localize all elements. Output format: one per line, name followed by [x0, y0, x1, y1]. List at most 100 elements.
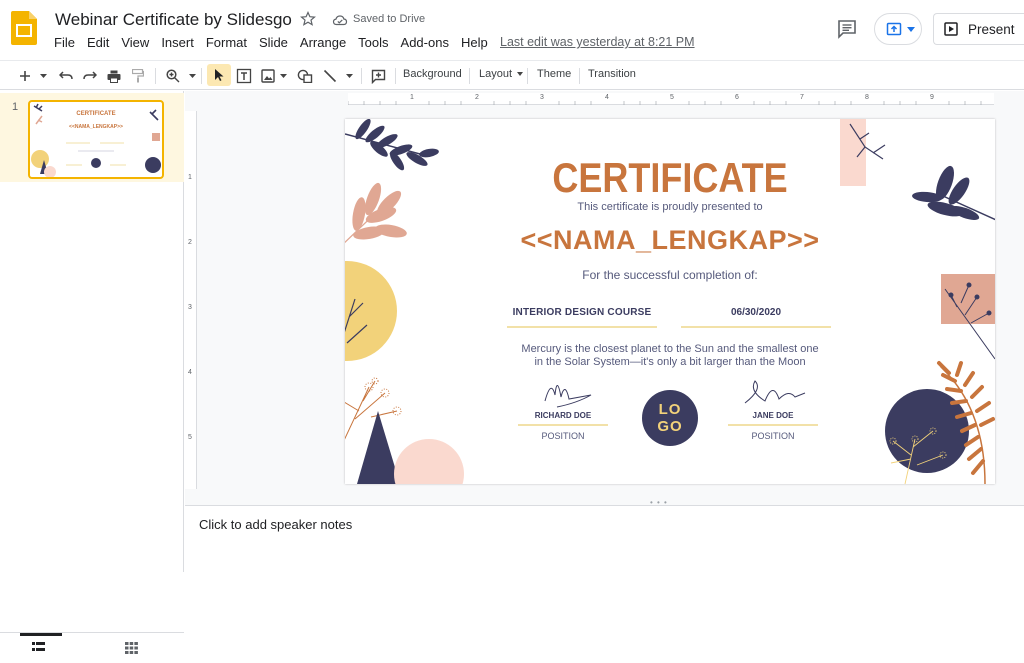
theme-button[interactable]: Theme	[537, 68, 571, 80]
menu-arrange[interactable]: Arrange	[294, 35, 352, 51]
menu-bar: File Edit View Insert Format Slide Arran…	[48, 35, 494, 51]
undo-button[interactable]	[56, 66, 76, 86]
horizontal-ruler[interactable]: 1 2 3 4 5 6 7 8 9	[348, 93, 994, 105]
menu-edit[interactable]: Edit	[81, 35, 115, 51]
shape-button[interactable]	[295, 66, 315, 86]
menu-tools[interactable]: Tools	[352, 35, 394, 51]
toolbar-separator	[155, 68, 156, 84]
filmstrip-view-icon[interactable]	[32, 642, 45, 652]
ruler-tick-label: 9	[930, 94, 934, 101]
new-slide-button[interactable]	[14, 66, 36, 86]
certificate-date[interactable]: 06/30/2020	[681, 307, 831, 318]
toolbar-separator	[395, 68, 396, 84]
recipient-name[interactable]: <<NAMA_LENGKAP>>	[345, 225, 995, 256]
editor-canvas[interactable]: 1 2 3 4 5 6 7 8 9 1 2 3 4 5 CERTIFICATE …	[185, 91, 1024, 505]
completion-text[interactable]: For the successful completion of:	[345, 268, 995, 282]
document-title[interactable]: Webinar Certificate by Slidesgo	[55, 10, 292, 30]
redo-button[interactable]	[80, 66, 100, 86]
select-tool-button[interactable]	[207, 64, 231, 86]
course-name[interactable]: INTERIOR DESIGN COURSE	[507, 307, 657, 318]
star-icon[interactable]	[300, 11, 316, 27]
ruler-tick-label: 3	[540, 94, 544, 101]
navy-triangle	[357, 411, 400, 484]
chevron-down-icon	[907, 27, 915, 32]
grid-view-icon[interactable]	[125, 642, 138, 654]
print-icon	[107, 70, 121, 83]
menu-slide[interactable]: Slide	[253, 35, 294, 51]
certificate-subtitle[interactable]: This certificate is proudly presented to	[345, 201, 995, 213]
chevron-down-icon	[39, 74, 47, 78]
text-box-button[interactable]	[234, 66, 254, 86]
menu-file[interactable]: File	[48, 35, 81, 51]
slide-thumbnail[interactable]: CERTIFICATE <<NAMA_LENGKAP>>	[28, 100, 164, 179]
slide-canvas[interactable]: CERTIFICATE This certificate is proudly …	[345, 119, 995, 484]
toolbar-separator	[527, 68, 528, 84]
image-dropdown[interactable]	[278, 66, 288, 86]
ruler-tick-label: 5	[188, 434, 192, 441]
present-button[interactable]: Present	[933, 13, 1024, 45]
filmstrip-view-toggle	[0, 632, 184, 663]
shape-icon	[297, 69, 313, 83]
present-label: Present	[968, 21, 1015, 37]
certificate-title[interactable]: CERTIFICATE	[345, 154, 995, 202]
menu-insert[interactable]: Insert	[155, 35, 200, 51]
menu-view[interactable]: View	[115, 35, 155, 51]
menu-format[interactable]: Format	[200, 35, 253, 51]
signature-left	[544, 385, 592, 408]
layout-label: Layout	[479, 68, 513, 80]
paint-format-button[interactable]	[128, 66, 148, 86]
line-dropdown[interactable]	[343, 66, 355, 86]
signer-left-underline	[518, 424, 608, 426]
toolbar-separator	[201, 68, 202, 84]
present-to-meeting-button[interactable]	[874, 13, 922, 45]
cloud-saved-icon[interactable]	[332, 12, 348, 28]
redo-icon	[83, 71, 97, 80]
date-underline	[681, 326, 831, 328]
speaker-notes-panel[interactable]: Click to add speaker notes	[185, 505, 1024, 572]
top-bar: Webinar Certificate by Slidesgo Saved to…	[0, 0, 1024, 58]
new-slide-dropdown[interactable]	[37, 66, 49, 86]
layout-button[interactable]: Layout	[479, 68, 524, 80]
zoom-dropdown[interactable]	[186, 66, 198, 86]
slides-logo-icon[interactable]	[11, 11, 37, 45]
logo-placeholder[interactable]: LO GO	[642, 390, 698, 446]
cursor-arrow-icon	[215, 69, 224, 81]
text-box-icon	[236, 68, 252, 84]
ruler-tick-label: 2	[475, 94, 479, 101]
speaker-notes-placeholder[interactable]: Click to add speaker notes	[199, 517, 352, 532]
slide-number: 1	[12, 101, 19, 113]
signer-right-underline	[728, 424, 818, 426]
background-button[interactable]: Background	[403, 68, 462, 80]
chevron-down-icon	[279, 74, 287, 78]
print-button[interactable]	[104, 66, 124, 86]
thumbnail-title: CERTIFICATE	[76, 111, 116, 117]
save-status: Saved to Drive	[353, 13, 426, 25]
peach-circle	[394, 439, 464, 484]
signer-right-name[interactable]: JANE DOE	[728, 411, 818, 420]
image-icon	[261, 69, 275, 83]
comments-icon[interactable]	[837, 19, 857, 39]
transition-button[interactable]: Transition	[588, 68, 636, 80]
zoom-button[interactable]	[162, 66, 184, 86]
menu-addons[interactable]: Add-ons	[395, 35, 455, 51]
menu-help[interactable]: Help	[455, 35, 494, 51]
add-comment-button[interactable]	[368, 66, 388, 86]
vertical-ruler[interactable]: 1 2 3 4 5	[185, 111, 197, 489]
signer-right-position[interactable]: POSITION	[728, 431, 818, 441]
filmstrip-selected-slide[interactable]: 1 CERTIFICATE <<NAMA_LENGKAP>>	[0, 93, 184, 182]
insert-image-button[interactable]	[259, 66, 277, 86]
line-button[interactable]	[320, 66, 340, 86]
description-line-2: in the Solar System—it's only a bit larg…	[534, 356, 806, 368]
certificate-description[interactable]: Mercury is the closest planet to the Sun…	[495, 343, 845, 369]
ruler-tick-label: 7	[800, 94, 804, 101]
signer-left-position[interactable]: POSITION	[518, 431, 608, 441]
last-edit-link[interactable]: Last edit was yesterday at 8:21 PM	[500, 35, 695, 49]
course-underline	[507, 326, 657, 328]
ruler-tick-label: 3	[188, 304, 192, 311]
signer-left-name[interactable]: RICHARD DOE	[518, 411, 608, 420]
present-screen-icon	[886, 22, 902, 36]
chevron-down-icon	[188, 74, 196, 78]
description-line-1: Mercury is the closest planet to the Sun…	[521, 343, 819, 355]
logo-text-line-2: GO	[657, 418, 683, 435]
paint-roller-icon	[132, 69, 144, 83]
